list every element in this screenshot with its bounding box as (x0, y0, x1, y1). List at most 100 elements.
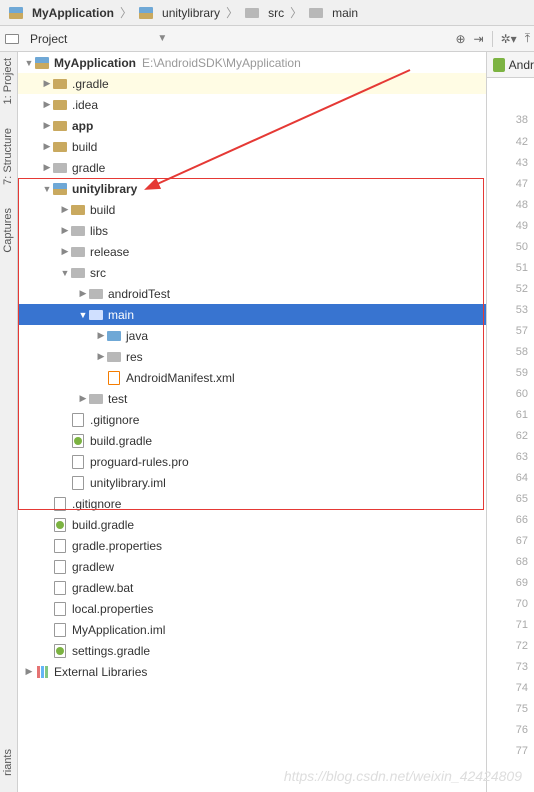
expand-arrow-icon[interactable]: ▼ (24, 58, 34, 68)
expand-arrow-icon[interactable]: ▼ (42, 184, 52, 194)
target-icon[interactable]: ⊕ (455, 32, 465, 46)
tree-row[interactable]: .gitignore (18, 493, 486, 514)
module-icon (52, 181, 68, 197)
tree-item-label: libs (90, 224, 108, 238)
line-number: 47 (516, 178, 528, 190)
project-view-label[interactable]: Project (30, 32, 67, 46)
project-toolbar: Project ▼ ⊕ ⇥ ✲▾ ⤒ (0, 26, 534, 52)
tree-row[interactable]: ▶app (18, 115, 486, 136)
tree-row[interactable]: build.gradle (18, 430, 486, 451)
tree-row[interactable]: gradlew.bat (18, 577, 486, 598)
android-icon (493, 58, 505, 72)
tree-row[interactable]: ▶ .idea (18, 94, 486, 115)
project-tree[interactable]: ▼MyApplicationE:\AndroidSDK\MyApplicatio… (18, 52, 486, 792)
expand-arrow-icon[interactable]: ▶ (42, 162, 52, 173)
tree-row[interactable]: ▼MyApplicationE:\AndroidSDK\MyApplicatio… (18, 52, 486, 73)
folder-icon (70, 202, 86, 218)
tab-project[interactable]: 1: Project (0, 52, 16, 110)
expand-arrow-icon[interactable]: ▶ (78, 288, 88, 299)
tree-row[interactable]: ▶.gradle (18, 73, 486, 94)
line-number: 73 (516, 661, 528, 673)
expand-arrow-icon[interactable]: ▶ (42, 141, 52, 152)
tree-row[interactable]: ▼src (18, 262, 486, 283)
tree-row[interactable]: ▶ build (18, 136, 486, 157)
tree-row[interactable]: ▼unitylibrary (18, 178, 486, 199)
expand-arrow-icon[interactable]: ▼ (78, 310, 88, 320)
breadcrumb-bar: MyApplication〉unitylibrary〉src〉main (0, 0, 534, 26)
tree-item-label: test (108, 392, 127, 406)
expand-arrow-icon[interactable]: ▶ (60, 204, 70, 215)
tree-item-label: build (72, 140, 97, 154)
expand-arrow-icon[interactable]: ▶ (96, 330, 106, 341)
tree-row[interactable]: settings.gradle (18, 640, 486, 661)
line-number: 76 (516, 724, 528, 736)
tree-item-label: res (126, 350, 143, 364)
file-icon (70, 454, 86, 470)
file-icon (52, 601, 68, 617)
collapse-icon[interactable]: ⇥ (474, 32, 484, 46)
tree-row[interactable]: ▶androidTest (18, 283, 486, 304)
breadcrumb-item[interactable]: unitylibrary (134, 0, 224, 25)
tab-variants[interactable]: riants (0, 743, 16, 782)
expand-arrow-icon[interactable]: ▶ (60, 246, 70, 257)
left-tool-tabs: 1: Project 7: Structure Captures riants (0, 52, 18, 792)
dropdown-icon[interactable]: ▼ (157, 33, 167, 44)
tree-row[interactable]: MyApplication.iml (18, 619, 486, 640)
tree-item-label: .idea (72, 98, 98, 112)
tree-row[interactable]: gradlew (18, 556, 486, 577)
line-number: 43 (516, 157, 528, 169)
breadcrumb-item[interactable]: src (240, 0, 288, 25)
expand-arrow-icon[interactable]: ▶ (78, 393, 88, 404)
tree-item-label: build.gradle (90, 434, 152, 448)
expand-arrow-icon[interactable]: ▼ (60, 268, 70, 278)
line-number: 61 (516, 409, 528, 421)
tree-item-label: unitylibrary.iml (90, 476, 166, 490)
tree-row[interactable]: ▶build (18, 199, 486, 220)
line-number: 52 (516, 283, 528, 295)
tree-row[interactable]: ▶ test (18, 388, 486, 409)
line-number: 64 (516, 472, 528, 484)
editor-tab[interactable]: Andr (487, 52, 534, 78)
line-number: 77 (516, 745, 528, 757)
expand-arrow-icon[interactable]: ▶ (42, 78, 52, 89)
line-number: 74 (516, 682, 528, 694)
tree-row[interactable]: ▶release (18, 241, 486, 262)
expand-arrow-icon[interactable]: ▶ (96, 351, 106, 362)
library-icon (34, 664, 50, 680)
tree-row[interactable]: .gitignore (18, 409, 486, 430)
folder-icon (52, 76, 68, 92)
line-number: 68 (516, 556, 528, 568)
tree-row[interactable]: gradle.properties (18, 535, 486, 556)
breadcrumb-item[interactable]: MyApplication (4, 0, 118, 25)
line-number: 72 (516, 640, 528, 652)
expand-arrow-icon[interactable]: ▶ (42, 99, 52, 110)
line-number: 75 (516, 703, 528, 715)
hide-icon[interactable]: ⤒ (525, 31, 530, 46)
tree-item-label: gradle (72, 161, 105, 175)
tree-row[interactable]: unitylibrary.iml (18, 472, 486, 493)
file-icon (70, 475, 86, 491)
tree-row[interactable]: ▼main (18, 304, 486, 325)
tree-row[interactable]: ▶ res (18, 346, 486, 367)
tree-row[interactable]: ▶ gradle (18, 157, 486, 178)
breadcrumb-item[interactable]: main (304, 0, 362, 25)
tree-row[interactable]: AndroidManifest.xml (18, 367, 486, 388)
tree-item-path: E:\AndroidSDK\MyApplication (142, 56, 301, 70)
tab-structure[interactable]: 7: Structure (0, 122, 16, 191)
expand-arrow-icon[interactable]: ▶ (60, 225, 70, 236)
tab-captures[interactable]: Captures (0, 202, 16, 259)
tree-row[interactable]: proguard-rules.pro (18, 451, 486, 472)
tree-item-label: gradlew (72, 560, 114, 574)
tree-row[interactable]: local.properties (18, 598, 486, 619)
expand-arrow-icon[interactable]: ▶ (24, 666, 34, 677)
gear-icon[interactable]: ✲▾ (501, 32, 517, 46)
xml-file-icon (106, 370, 122, 386)
tree-row[interactable]: ▶External Libraries (18, 661, 486, 682)
tree-row[interactable]: ▶java (18, 325, 486, 346)
file-icon (52, 496, 68, 512)
line-number: 38 (516, 114, 528, 126)
tree-row[interactable]: ▶ libs (18, 220, 486, 241)
tree-row[interactable]: build.gradle (18, 514, 486, 535)
line-number: 57 (516, 325, 528, 337)
expand-arrow-icon[interactable]: ▶ (42, 120, 52, 131)
